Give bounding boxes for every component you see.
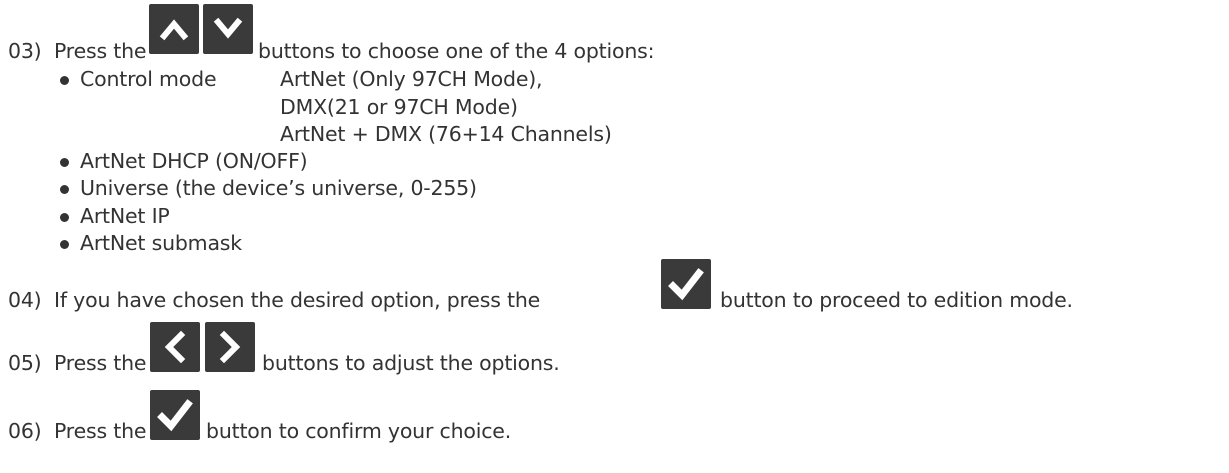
bullet-icon (60, 158, 69, 167)
chevron-up-icon (159, 19, 189, 41)
option-value: DMX(21 or 97CH Mode) (280, 95, 518, 119)
confirm-button-image (661, 259, 711, 309)
option-item: ArtNet submask (80, 231, 242, 255)
left-button-image (150, 322, 200, 372)
chevron-left-icon (164, 330, 186, 364)
option-value: ArtNet + DMX (76+14 Channels) (280, 122, 612, 146)
step-text: buttons to choose one of the 4 options: (258, 39, 655, 63)
confirm-button-image (150, 390, 200, 440)
checkmark-icon (157, 399, 193, 432)
step-text: button to confirm your choice. (206, 419, 512, 443)
up-button-image (149, 4, 199, 54)
step-number: 04) (8, 288, 42, 312)
option-item: Universe (the device’s universe, 0-255) (80, 176, 477, 200)
step-text: Press the (54, 351, 147, 375)
right-button-image (205, 322, 255, 372)
step-number: 06) (8, 419, 42, 443)
step-text: buttons to adjust the options. (262, 351, 560, 375)
step-number: 05) (8, 351, 42, 375)
chevron-down-icon (213, 17, 243, 39)
option-item: ArtNet IP (80, 204, 170, 228)
option-label: Control mode (80, 67, 217, 91)
checkmark-icon (668, 268, 704, 301)
step-text: Press the (54, 419, 147, 443)
step-number: 03) (8, 39, 42, 63)
option-item: ArtNet DHCP (ON/OFF) (80, 149, 308, 173)
chevron-right-icon (219, 330, 241, 364)
step-text: Press the (54, 39, 147, 63)
bullet-icon (60, 76, 69, 85)
bullet-icon (60, 213, 69, 222)
step-text: If you have chosen the desired option, p… (54, 288, 541, 312)
bullet-icon (60, 185, 69, 194)
down-button-image (203, 4, 253, 54)
option-value: ArtNet (Only 97CH Mode), (280, 67, 543, 91)
instruction-page: 03) Press the buttons to choose one of t… (0, 0, 1229, 473)
step-text: button to proceed to edition mode. (720, 288, 1073, 312)
bullet-icon (60, 240, 69, 249)
